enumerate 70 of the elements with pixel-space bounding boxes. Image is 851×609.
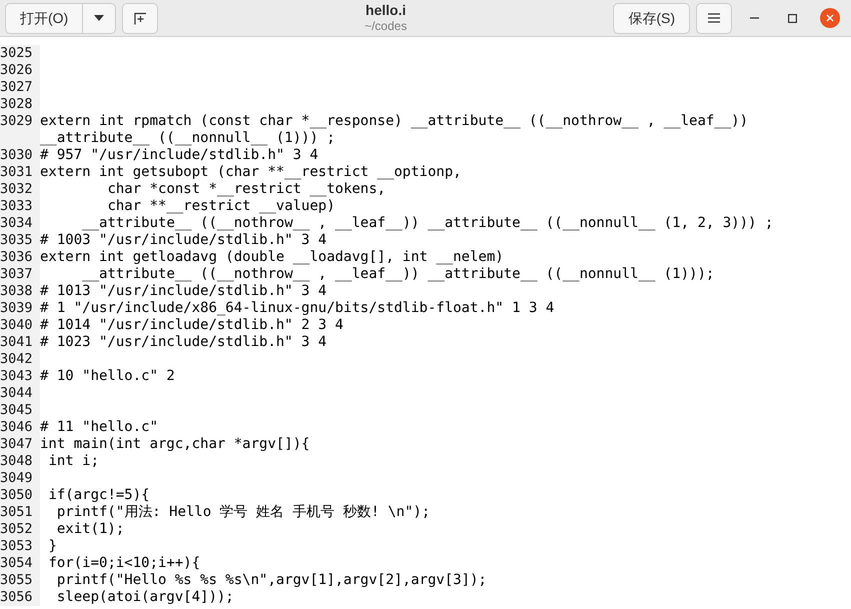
- code-line: char *const *__restrict __tokens,: [106, 181, 387, 198]
- window-title: hello.i: [366, 2, 406, 20]
- code-line: printf("用法: Hello 学号 姓名 手机号 秒数! \n");: [56, 504, 432, 521]
- close-icon: [826, 14, 834, 22]
- line-number: 3026: [0, 62, 40, 79]
- line-number: 3050: [0, 487, 40, 504]
- code-line: # 1023 "/usr/include/stdlib.h" 3 4: [40, 334, 328, 351]
- line-number: 3056: [0, 589, 40, 606]
- line-number: 3052: [0, 521, 40, 538]
- close-button[interactable]: [820, 8, 840, 28]
- code-line: # 957 "/usr/include/stdlib.h" 3 4: [40, 147, 320, 164]
- new-tab-button[interactable]: [122, 2, 158, 34]
- code-line: char **__restrict __valuep): [106, 198, 336, 215]
- line-number: 3033: [0, 198, 40, 215]
- line-number: 3031: [0, 164, 40, 181]
- line-number: 3036: [0, 249, 40, 266]
- code-line: int i;: [47, 453, 100, 470]
- line-number: 3028: [0, 96, 40, 113]
- line-number: 3044: [0, 385, 40, 402]
- line-number: 3051: [0, 504, 40, 521]
- open-button[interactable]: 打开(O): [5, 2, 84, 34]
- code-line: if(argc!=5){: [47, 487, 151, 504]
- save-button[interactable]: 保存(S): [613, 2, 690, 34]
- new-tab-icon: [134, 12, 147, 24]
- line-number: 3034: [0, 215, 40, 232]
- line-number: 3039: [0, 300, 40, 317]
- code-line: extern int rpmatch (const char *__response) __attribute__ ((__nothrow__ , __leaf__)) __attribute__ ((__nonnull__ (1))) ;: [40, 113, 750, 147]
- line-number: 3037: [0, 266, 40, 283]
- menu-icon: [708, 13, 720, 23]
- dropdown-button[interactable]: [83, 2, 116, 34]
- code-line: # 11 "hello.c": [40, 419, 160, 436]
- code-line: sleep(atoi(argv[4]));: [56, 589, 235, 606]
- line-number: 3042: [0, 351, 40, 368]
- code-line: for(i=0;i<10;i++){: [47, 555, 202, 572]
- line-number: 3040: [0, 317, 40, 334]
- line-number: 3029: [0, 113, 40, 147]
- code-line: # 1003 "/usr/include/stdlib.h" 3 4: [40, 232, 328, 249]
- line-number: 3041: [0, 334, 40, 351]
- line-number: 3038: [0, 283, 40, 300]
- menu-button[interactable]: [696, 2, 732, 34]
- line-number: 3027: [0, 79, 40, 96]
- code-line: __attribute__ ((__nothrow__ , __leaf__)) __attribute__ ((__nonnull__ (1)));: [81, 266, 716, 283]
- code-line: exit(1);: [56, 521, 126, 538]
- code-line: }: [47, 538, 58, 555]
- line-number: 3054: [0, 555, 40, 572]
- code-line: # 1014 "/usr/include/stdlib.h" 2 3 4: [40, 317, 344, 334]
- code-line: __attribute__ ((__nothrow__ , __leaf__)) __attribute__ ((__nonnull__ (1, 2, 3))) ;: [81, 215, 774, 232]
- code-line: extern int getsubopt (char **__restrict __optionp,: [40, 164, 462, 181]
- line-number: 3043: [0, 368, 40, 385]
- line-number: 3053: [0, 538, 40, 555]
- line-number: 3049: [0, 470, 40, 487]
- code-line: extern int getloadavg (double __loadavg[], int __nelem): [40, 249, 505, 266]
- code-line: # 1013 "/usr/include/stdlib.h" 3 4: [40, 283, 328, 300]
- line-number: 3046: [0, 419, 40, 436]
- code-line: # 1 "/usr/include/x86_64-linux-gnu/bits/stdlib-float.h" 1 3 4: [40, 300, 556, 317]
- minimize-icon: [750, 17, 758, 19]
- line-number: 3025: [0, 45, 40, 62]
- line-number: 3035: [0, 232, 40, 249]
- line-number: 3032: [0, 181, 40, 198]
- window-subtitle: ~/codes: [364, 19, 407, 34]
- code-line: printf("Hello %s %s %s\n",argv[1],argv[2],argv[3]);: [56, 572, 488, 589]
- maximize-icon: [788, 14, 796, 22]
- code-line: int main(int argc,char *argv[]){: [40, 436, 311, 453]
- line-number: 3045: [0, 402, 40, 419]
- code-line: # 10 "hello.c" 2: [40, 368, 176, 385]
- line-number: 3055: [0, 572, 40, 589]
- line-number: 3048: [0, 453, 40, 470]
- caret-icon: [94, 15, 104, 21]
- line-number: 3030: [0, 147, 40, 164]
- line-number: 3047: [0, 436, 40, 453]
